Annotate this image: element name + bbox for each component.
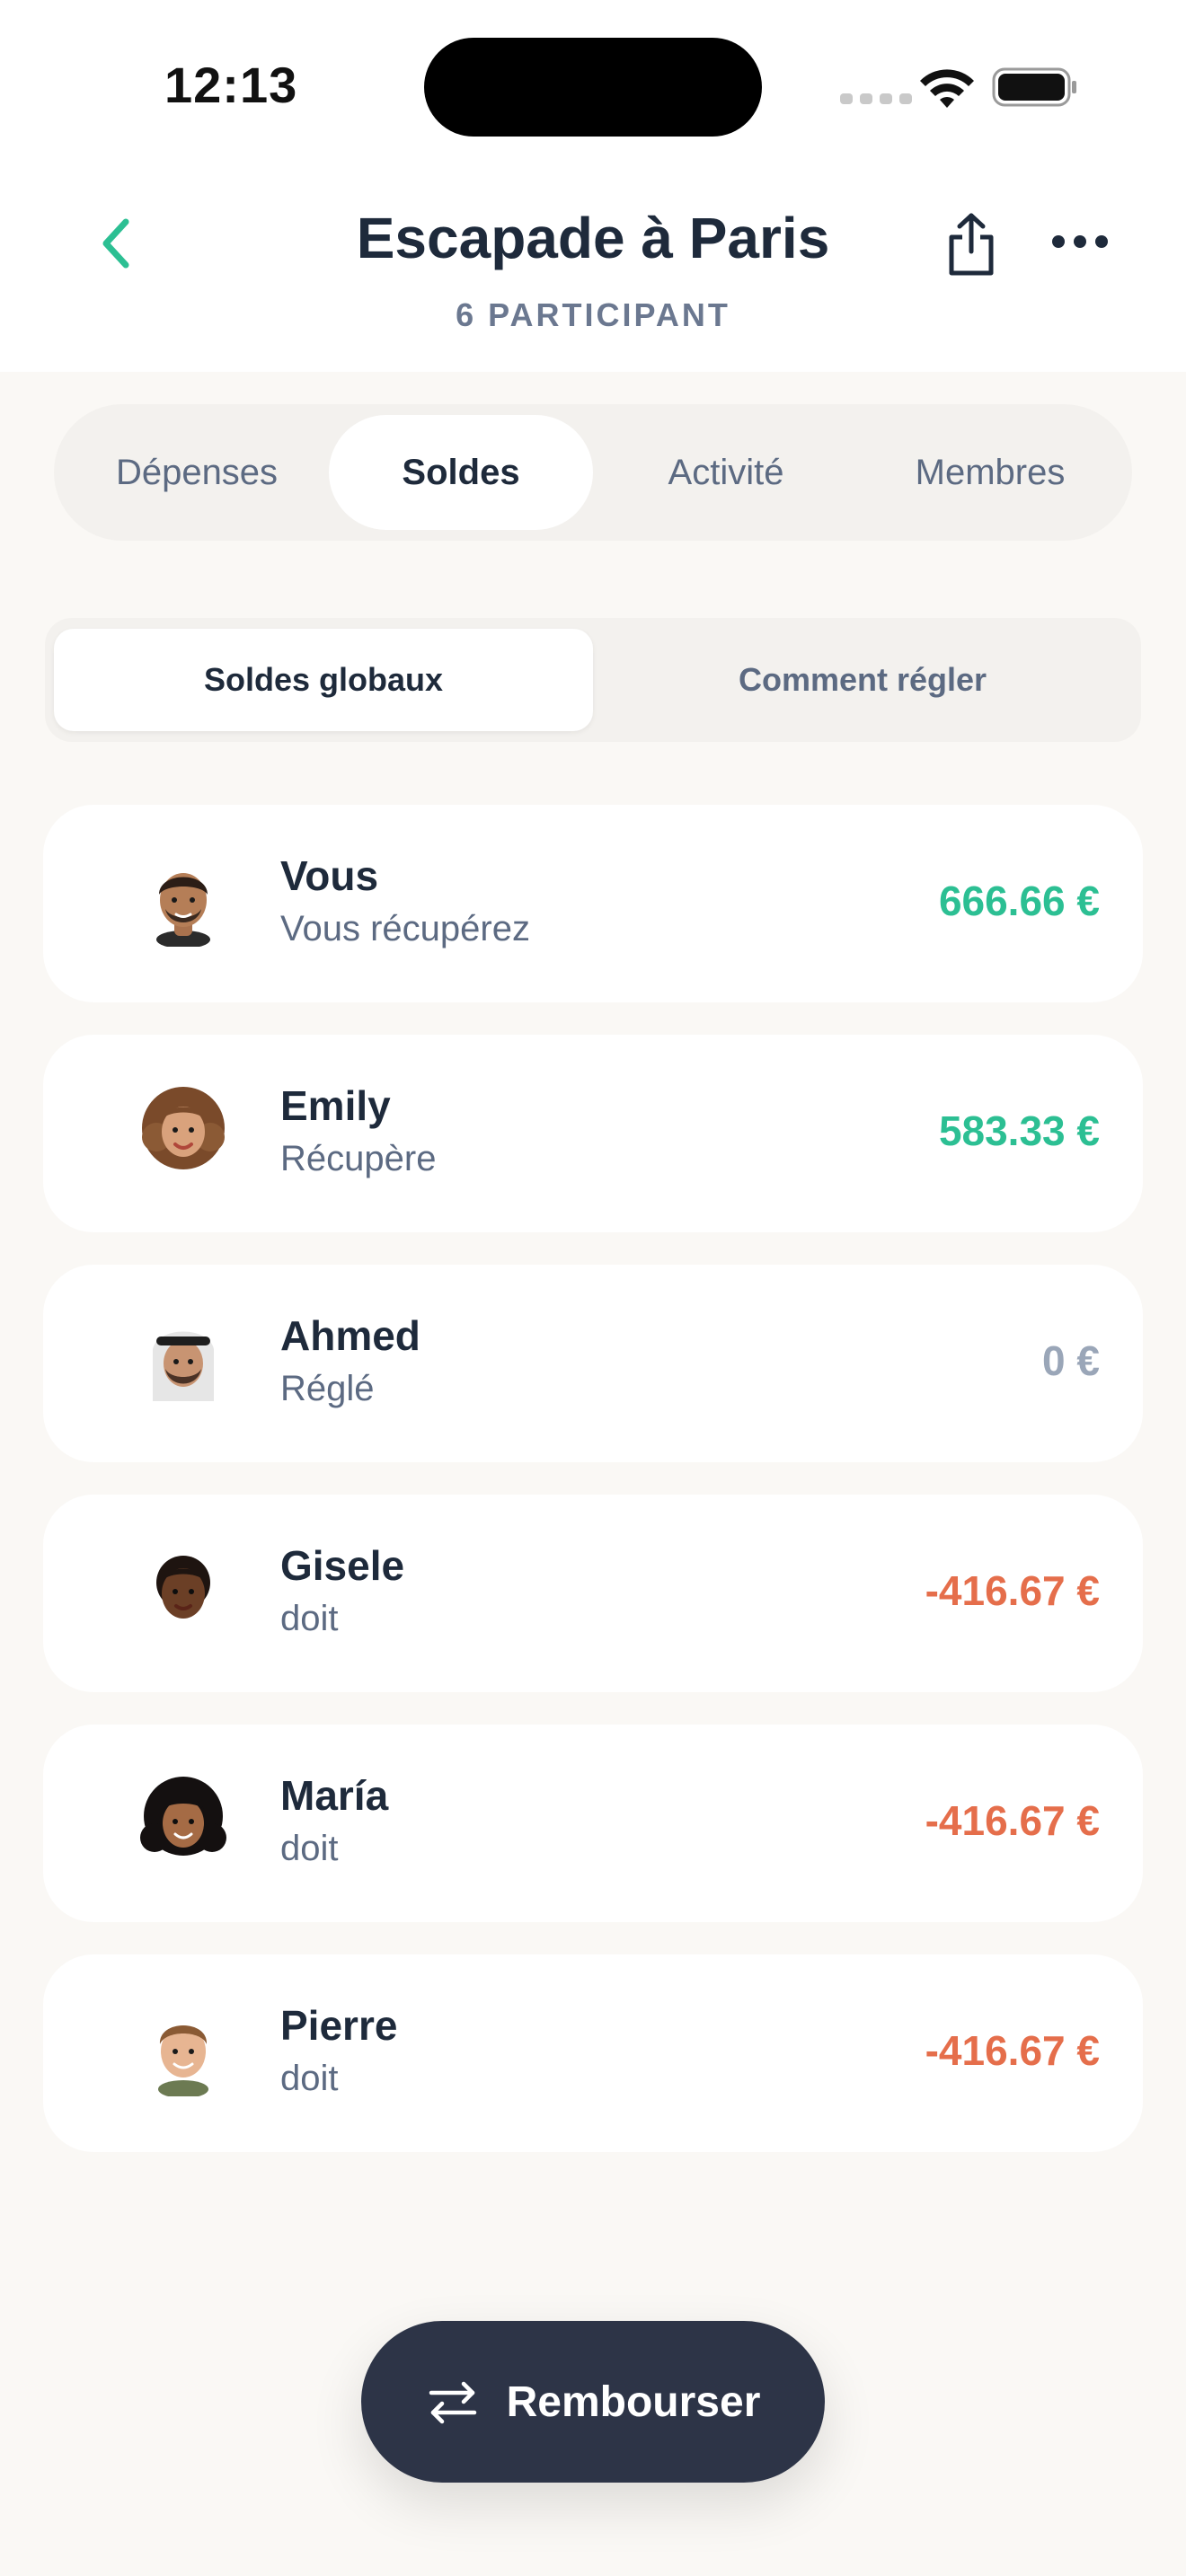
balance-view-segmented-control: Soldes globaux Comment régler: [45, 618, 1141, 742]
main-tabs: Dépenses Soldes Activité Membres: [54, 404, 1132, 541]
participant-count: 6 PARTICIPANT: [456, 296, 730, 333]
rembourser-label: Rembourser: [506, 2378, 761, 2426]
member-status: doit: [280, 1599, 339, 1638]
tab-soldes[interactable]: Soldes: [329, 415, 593, 530]
member-name: Gisele: [280, 1542, 405, 1589]
member-status: Récupère: [280, 1139, 437, 1178]
member-name: Ahmed: [280, 1312, 420, 1359]
segment-soldes-globaux[interactable]: Soldes globaux: [54, 629, 593, 731]
tab-activite[interactable]: Activité: [593, 415, 859, 530]
wifi-icon: [920, 69, 974, 108]
balance-amount: -416.67 €: [925, 1567, 1100, 1614]
rembourser-button[interactable]: Rembourser: [361, 2321, 825, 2483]
balance-amount: -416.67 €: [925, 1797, 1100, 1844]
member-status: doit: [280, 2059, 339, 2098]
balance-card-gisele[interactable]: Gisele doit -416.67 €: [43, 1495, 1143, 1692]
balance-card-pierre[interactable]: Pierre doit -416.67 €: [43, 1954, 1143, 2152]
member-name: Vous: [280, 852, 379, 899]
page-title: Escapade à Paris: [356, 206, 830, 270]
chevron-left-icon: [102, 218, 129, 269]
member-status: doit: [280, 1829, 339, 1868]
avatar-memoji-icon: [140, 1777, 226, 1856]
avatar-memoji-icon: [142, 1087, 225, 1169]
dynamic-island: [424, 38, 762, 137]
balance-amount: 666.66 €: [938, 878, 1100, 924]
member-status: Vous récupérez: [280, 909, 530, 948]
avatar-memoji-icon: [156, 873, 210, 947]
balance-amount: 583.33 €: [938, 1107, 1100, 1154]
segment-comment-regler[interactable]: Comment régler: [593, 629, 1132, 731]
share-button[interactable]: [940, 208, 1003, 280]
header: 12:13 Escapade à Paris 6 PARTICIPANT: [0, 0, 1186, 372]
more-dots-icon: [1052, 235, 1108, 248]
balance-card-vous[interactable]: Vous Vous récupérez 666.66 €: [43, 805, 1143, 1002]
member-name: Emily: [280, 1082, 391, 1129]
share-icon: [949, 213, 994, 276]
tab-membres[interactable]: Membres: [859, 415, 1121, 530]
tab-depenses[interactable]: Dépenses: [70, 415, 323, 530]
more-button[interactable]: [1044, 219, 1116, 264]
member-name: Pierre: [280, 2002, 398, 2049]
battery-icon: [992, 67, 1076, 107]
avatar-memoji-icon: [156, 1556, 210, 1619]
cellular-signal-icon: [840, 93, 912, 104]
balance-card-maria[interactable]: María doit -416.67 €: [43, 1725, 1143, 1922]
balance-card-ahmed[interactable]: Ahmed Réglé 0 €: [43, 1265, 1143, 1462]
member-name: María: [280, 1772, 389, 1819]
avatar-memoji-icon: [153, 1331, 214, 1401]
balance-amount: 0 €: [1042, 1337, 1100, 1384]
status-time: 12:13: [164, 57, 298, 113]
balance-card-emily[interactable]: Emily Récupère 583.33 €: [43, 1035, 1143, 1232]
swap-arrows-icon: [429, 2381, 476, 2424]
back-button[interactable]: [88, 212, 142, 275]
member-status: Réglé: [280, 1369, 375, 1408]
balance-amount: -416.67 €: [925, 2027, 1100, 2074]
avatar-memoji-icon: [158, 2025, 208, 2096]
